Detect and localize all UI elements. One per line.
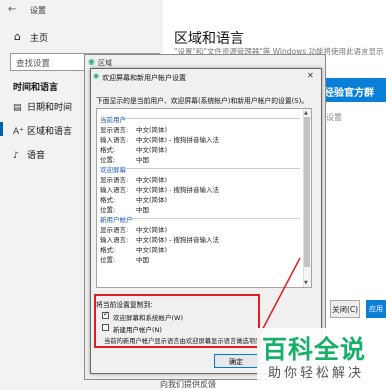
watermark-subtitle: 助你轻松解决 <box>268 366 365 381</box>
ok-button[interactable]: 确定 <box>214 354 258 368</box>
watermark-title: 百科全说 <box>262 335 367 364</box>
